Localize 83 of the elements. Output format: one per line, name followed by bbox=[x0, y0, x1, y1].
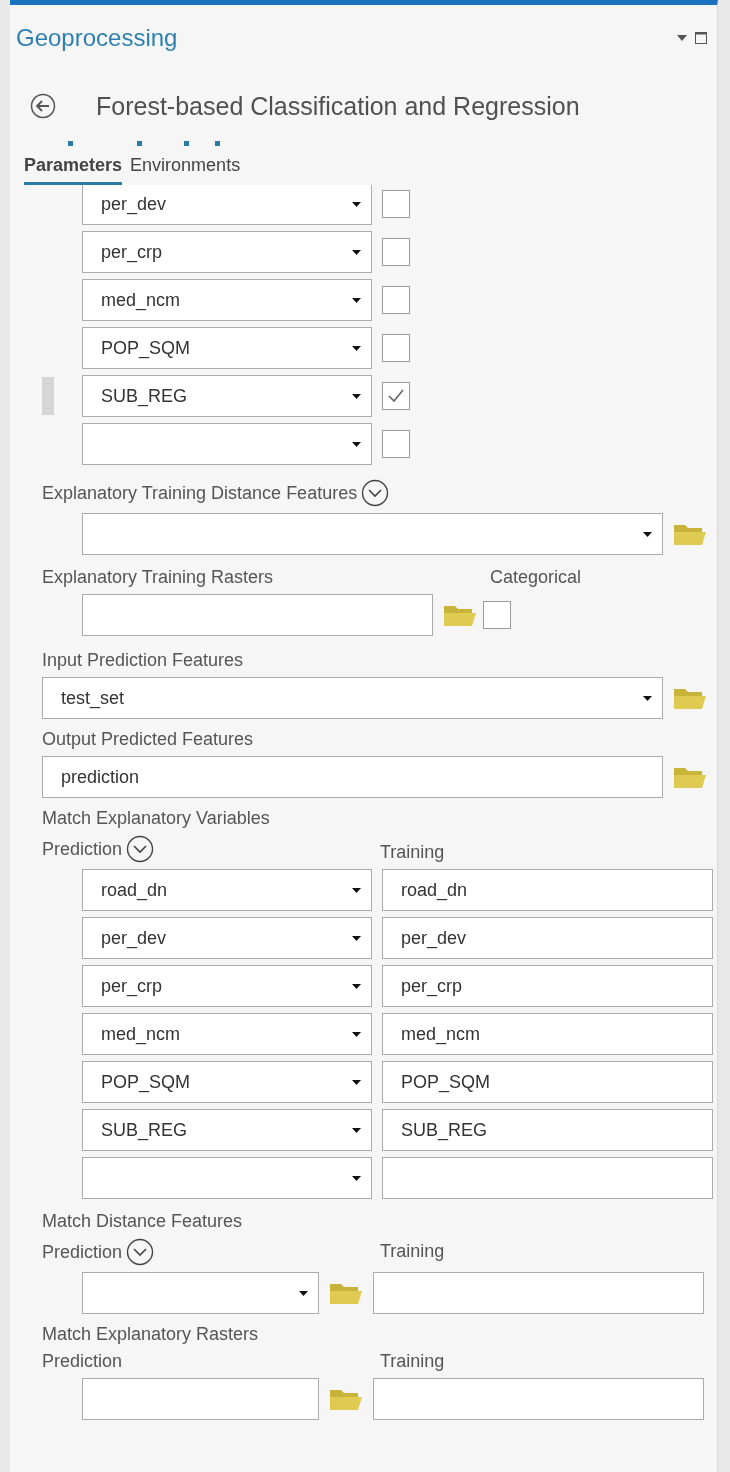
expand-icon[interactable] bbox=[126, 835, 155, 863]
checkbox[interactable] bbox=[382, 190, 410, 218]
dropdown-caret-icon bbox=[352, 887, 361, 893]
dropdown-caret-icon bbox=[352, 345, 361, 351]
column-label: Prediction bbox=[42, 1351, 124, 1372]
field-label: Output Predicted Features bbox=[42, 729, 255, 750]
text-field[interactable] bbox=[82, 594, 433, 636]
dropdown-caret-icon bbox=[352, 983, 361, 989]
checkbox[interactable] bbox=[382, 286, 410, 314]
expand-icon[interactable] bbox=[361, 479, 390, 507]
folder-icon[interactable] bbox=[673, 765, 707, 789]
text-field[interactable]: prediction bbox=[42, 756, 663, 798]
dropdown-caret-icon bbox=[352, 1079, 361, 1085]
expand-icon[interactable] bbox=[126, 1238, 155, 1266]
dropdown-field[interactable]: POP_SQM bbox=[82, 1061, 372, 1103]
dropdown-field[interactable]: per_crp bbox=[82, 231, 372, 273]
folder-icon[interactable] bbox=[673, 522, 707, 546]
field-label: Match Distance Features bbox=[42, 1211, 244, 1232]
dropdown-caret-icon bbox=[352, 441, 361, 447]
column-label: Prediction bbox=[42, 835, 380, 863]
row-handle[interactable] bbox=[42, 377, 54, 415]
dropdown-caret-icon bbox=[352, 297, 361, 303]
folder-icon[interactable] bbox=[443, 603, 477, 627]
dropdown-caret-icon[interactable] bbox=[677, 35, 687, 41]
column-label: Training bbox=[380, 842, 445, 863]
dropdown-field[interactable]: SUB_REG bbox=[82, 375, 372, 417]
dropdown-field[interactable] bbox=[82, 513, 663, 555]
text-field[interactable] bbox=[373, 1272, 704, 1314]
dropdown-caret-icon bbox=[352, 1031, 361, 1037]
dropdown-field[interactable] bbox=[82, 423, 372, 465]
text-field[interactable] bbox=[373, 1378, 704, 1420]
dropdown-field[interactable]: med_ncm bbox=[82, 279, 372, 321]
field-label: Match Explanatory Variables bbox=[42, 808, 271, 829]
dropdown-field[interactable]: road_dn bbox=[82, 869, 372, 911]
dropdown-field[interactable]: per_dev bbox=[82, 917, 372, 959]
checkmark-icon bbox=[387, 388, 405, 404]
dropdown-caret-icon bbox=[643, 531, 652, 537]
dropdown-field[interactable]: POP_SQM bbox=[82, 327, 372, 369]
dropdown-field[interactable] bbox=[82, 1272, 319, 1314]
text-field[interactable] bbox=[382, 1157, 713, 1199]
column-label: Training bbox=[380, 1351, 445, 1372]
text-field[interactable]: road_dn bbox=[382, 869, 713, 911]
folder-icon[interactable] bbox=[673, 686, 707, 710]
checkbox[interactable] bbox=[382, 382, 410, 410]
field-label: Explanatory Training Distance Features bbox=[42, 479, 709, 507]
tab[interactable]: Environments bbox=[130, 155, 241, 185]
text-field[interactable]: med_ncm bbox=[382, 1013, 713, 1055]
checkbox[interactable] bbox=[483, 601, 511, 629]
column-label: Training bbox=[380, 1241, 445, 1262]
field-label: Explanatory Training Rasters bbox=[42, 567, 275, 588]
maximize-icon[interactable] bbox=[695, 32, 707, 44]
dropdown-field[interactable]: test_set bbox=[42, 677, 663, 719]
text-field[interactable]: per_dev bbox=[382, 917, 713, 959]
dropdown-field[interactable] bbox=[82, 1157, 372, 1199]
dropdown-caret-icon bbox=[299, 1290, 308, 1296]
text-field[interactable] bbox=[82, 1378, 319, 1420]
dropdown-field[interactable]: med_ncm bbox=[82, 1013, 372, 1055]
checkbox[interactable] bbox=[382, 430, 410, 458]
dropdown-caret-icon bbox=[352, 249, 361, 255]
text-field[interactable]: POP_SQM bbox=[382, 1061, 713, 1103]
checkbox[interactable] bbox=[382, 238, 410, 266]
dropdown-field[interactable]: per_dev bbox=[82, 185, 372, 225]
text-field[interactable]: per_crp bbox=[382, 965, 713, 1007]
dropdown-caret-icon bbox=[352, 201, 361, 207]
field-label: Match Explanatory Rasters bbox=[42, 1324, 260, 1345]
field-label: Input Prediction Features bbox=[42, 650, 245, 671]
dropdown-field[interactable]: SUB_REG bbox=[82, 1109, 372, 1151]
dropdown-field[interactable]: per_crp bbox=[82, 965, 372, 1007]
pane-title: Geoprocessing bbox=[16, 24, 179, 52]
folder-icon[interactable] bbox=[329, 1281, 363, 1305]
dropdown-caret-icon bbox=[352, 1127, 361, 1133]
dropdown-caret-icon bbox=[352, 1175, 361, 1181]
checkbox[interactable] bbox=[382, 334, 410, 362]
back-icon[interactable] bbox=[30, 93, 56, 119]
dropdown-caret-icon bbox=[352, 393, 361, 399]
progress-dots-icon bbox=[68, 141, 220, 147]
dropdown-caret-icon bbox=[643, 695, 652, 701]
dropdown-caret-icon bbox=[352, 935, 361, 941]
column-label: Prediction bbox=[42, 1238, 380, 1266]
text-field[interactable]: SUB_REG bbox=[382, 1109, 713, 1151]
tool-title: Forest-based Classification and Regression bbox=[96, 91, 581, 121]
column-label: Categorical bbox=[490, 567, 582, 588]
folder-icon[interactable] bbox=[329, 1387, 363, 1411]
